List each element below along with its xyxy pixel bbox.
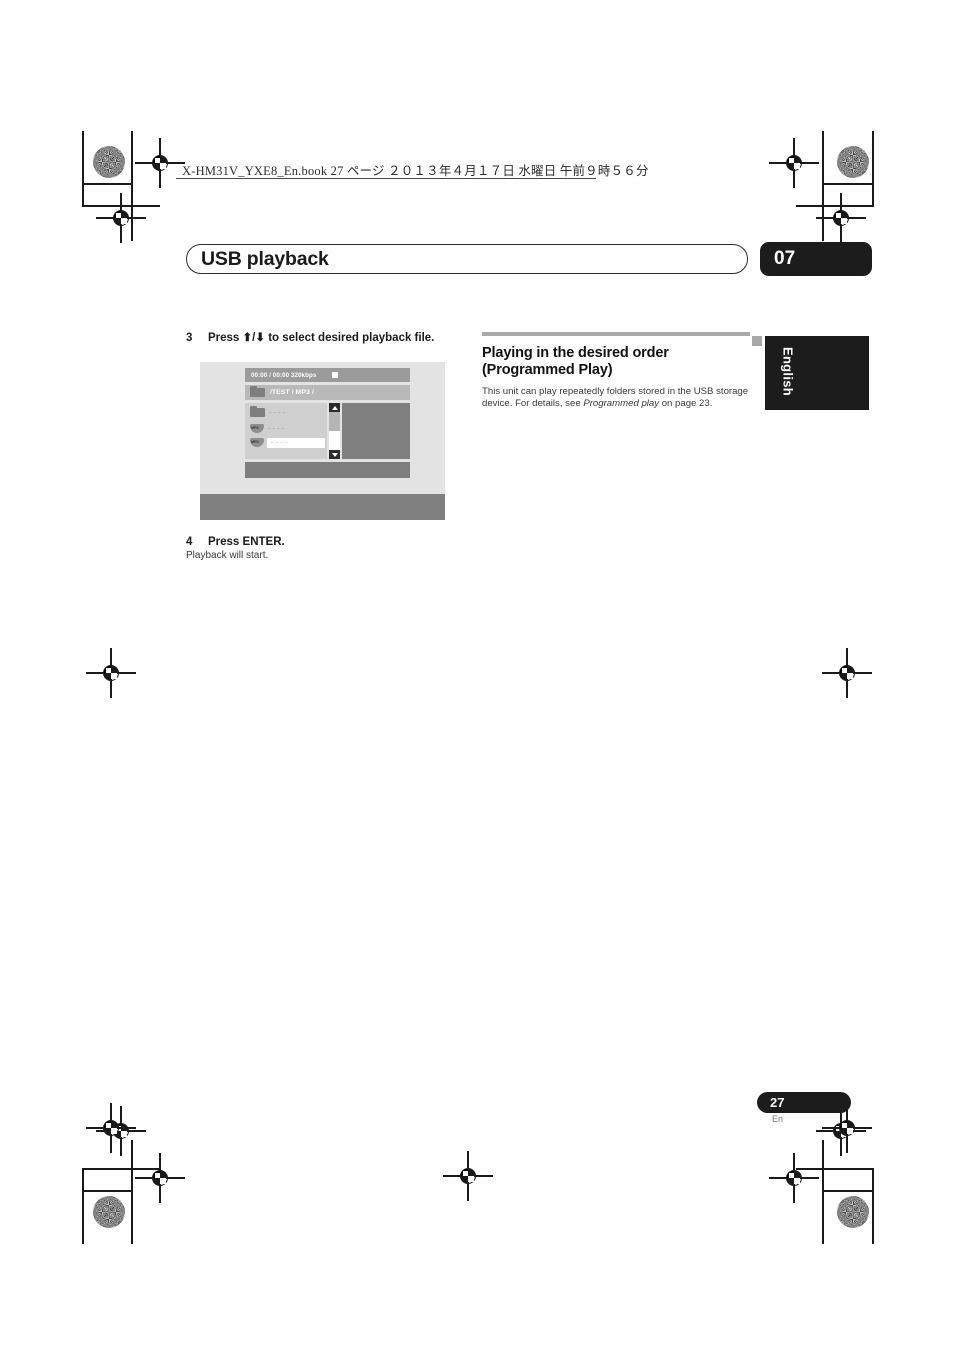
language-tab: English <box>765 336 869 410</box>
section-heading: Playing in the desired order (Programmed… <box>482 345 752 379</box>
page-number-badge: 27 <box>757 1092 851 1113</box>
screenshot-gray-band <box>200 494 445 520</box>
list-item-label: - - - - <box>269 409 286 416</box>
list-item[interactable]: MP3 - - - - <box>250 424 285 433</box>
registration-target <box>769 1153 819 1203</box>
registration-target <box>769 138 819 188</box>
halftone-dot <box>837 1196 869 1228</box>
registration-target <box>96 193 146 243</box>
step-3-number: 3 <box>186 332 193 344</box>
registration-target-mid-bottom-left <box>86 1103 136 1153</box>
mp3-icon-label: MP3 <box>251 439 259 444</box>
scrollbar-thumb[interactable] <box>329 412 340 431</box>
folder-icon <box>250 405 265 417</box>
page-title: USB playback <box>201 247 329 270</box>
section-rule <box>482 332 750 336</box>
scrollbar[interactable] <box>329 403 340 459</box>
folder-icon <box>250 385 265 397</box>
scroll-up-icon[interactable] <box>329 403 340 412</box>
registration-target-bottom-center <box>443 1151 493 1201</box>
list-item-selected[interactable]: MP3 <box>250 438 264 447</box>
page-title-pill: USB playback <box>186 244 748 274</box>
section-body-italic-reference: Programmed play <box>583 398 660 410</box>
halftone-dot <box>837 146 869 178</box>
step-4-subtext: Playback will start. <box>186 550 269 561</box>
chapter-number-badge: 07 <box>760 242 872 276</box>
halftone-dot <box>93 1196 125 1228</box>
playback-status-bar: 00:00 / 00:00 320kbps <box>245 368 410 382</box>
registration-target <box>135 138 185 188</box>
registration-target-mid-bottom-right <box>822 1103 872 1153</box>
print-header-note: X-HM31V_YXE8_En.book 27 ページ ２０１３年４月１７日 水… <box>182 164 649 178</box>
mp3-icon: MP3 <box>250 438 264 447</box>
path-bar: /TEST / MP3 / <box>245 385 410 400</box>
selected-file-field[interactable]: - - - - <box>267 438 325 448</box>
section-heading-line2: (Programmed Play) <box>482 362 613 378</box>
path-text: /TEST / MP3 / <box>270 389 315 396</box>
language-tab-stub <box>752 336 762 346</box>
section-body: This unit can play repeatedly folders st… <box>482 386 762 411</box>
file-list[interactable]: - - - - MP3 - - - - MP3 - - - - <box>245 403 327 459</box>
mp3-icon-label: MP3 <box>251 425 259 430</box>
preview-pane <box>342 403 410 459</box>
page-number: 27 <box>770 1095 785 1110</box>
stop-icon <box>332 372 339 378</box>
halftone-dot <box>93 146 125 178</box>
step-3-text: Press ⬆/⬇ to select desired playback fil… <box>208 332 435 344</box>
registration-target-mid-left <box>86 648 136 698</box>
language-tab-label: English <box>780 346 796 397</box>
mp3-icon: MP3 <box>250 424 264 433</box>
step-3: 3 Press ⬆/⬇ to select desired playback fi… <box>186 330 434 344</box>
playback-status-text: 00:00 / 00:00 320kbps <box>251 371 317 379</box>
registration-target-mid-right <box>822 648 872 698</box>
selected-file-label: - - - - <box>271 440 288 446</box>
step-4-number: 4 <box>186 536 193 548</box>
section-heading-line1: Playing in the desired order <box>482 345 669 361</box>
registration-target <box>816 193 866 243</box>
scroll-down-icon[interactable] <box>329 450 340 459</box>
language-code: En <box>772 1114 784 1124</box>
step-4: 4 Press ENTER. <box>186 536 285 548</box>
step-4-text: Press ENTER. <box>208 536 285 548</box>
chapter-number: 07 <box>774 248 796 269</box>
list-item[interactable]: - - - - <box>250 405 286 417</box>
screen-footer-bar <box>245 462 410 478</box>
list-item-label: - - - - <box>268 425 285 432</box>
section-body-part2: on page 23. <box>659 398 713 410</box>
registration-target <box>135 1153 185 1203</box>
